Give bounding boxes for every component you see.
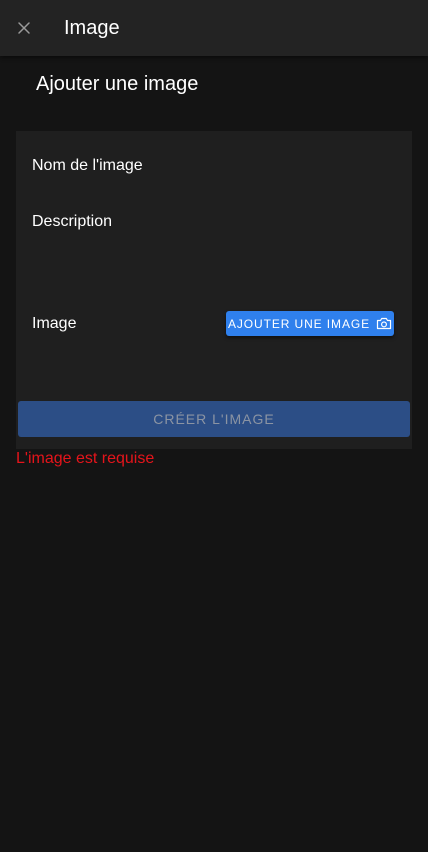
- error-message: L'image est requise: [16, 450, 155, 467]
- page-heading: Ajouter une image: [36, 73, 199, 95]
- add-image-button-label: AJOUTER UNE IMAGE: [228, 316, 370, 331]
- create-image-button[interactable]: CRÉER L'IMAGE: [18, 401, 410, 437]
- close-icon: [18, 22, 30, 34]
- add-image-button[interactable]: AJOUTER UNE IMAGE: [226, 311, 394, 336]
- image-form-card: Nom de l'image Description Image AJOUTER…: [16, 131, 412, 449]
- description-field[interactable]: Description: [32, 212, 112, 232]
- create-image-button-label: CRÉER L'IMAGE: [153, 411, 275, 427]
- image-name-field[interactable]: Nom de l'image: [32, 156, 143, 176]
- image-field-label: Image: [32, 315, 77, 332]
- app-bar: Image: [0, 0, 428, 56]
- close-button[interactable]: [12, 16, 36, 40]
- app-title: Image: [64, 17, 120, 39]
- camera-icon: [376, 317, 392, 330]
